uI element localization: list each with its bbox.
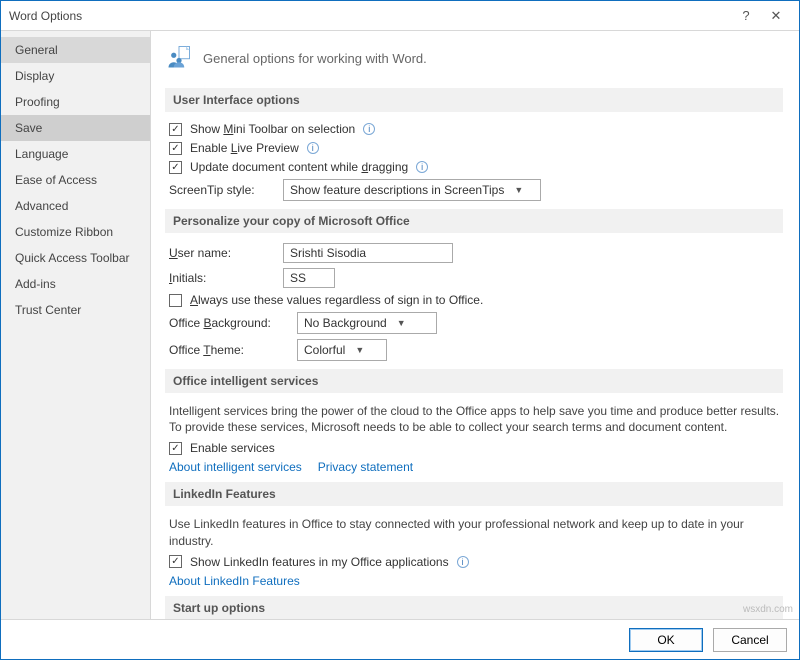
section-personalize: Personalize your copy of Microsoft Offic… bbox=[165, 209, 783, 233]
label-show-linkedin: Show LinkedIn features in my Office appl… bbox=[190, 555, 449, 569]
label-office-background: Office Background: bbox=[169, 316, 289, 330]
page-header: General options for working with Word. bbox=[165, 43, 783, 74]
checkbox-enable-live-preview[interactable]: ✓ bbox=[169, 142, 182, 155]
sidebar-item-customize-ribbon[interactable]: Customize Ribbon bbox=[1, 219, 150, 245]
input-username[interactable] bbox=[283, 243, 453, 263]
ok-button[interactable]: OK bbox=[629, 628, 703, 652]
section-startup: Start up options bbox=[165, 596, 783, 619]
select-office-theme[interactable]: Colorful▼ bbox=[297, 339, 387, 361]
link-about-intelligent-services[interactable]: About intelligent services bbox=[169, 460, 302, 474]
label-initials: Initials: bbox=[169, 271, 275, 285]
sidebar-item-general[interactable]: General bbox=[1, 37, 150, 63]
info-icon[interactable]: i bbox=[363, 123, 375, 135]
sidebar-item-ease-of-access[interactable]: Ease of Access bbox=[1, 167, 150, 193]
label-show-mini-toolbar: Show Mini Toolbar on selection bbox=[190, 122, 355, 136]
select-screentip-style[interactable]: Show feature descriptions in ScreenTips▼ bbox=[283, 179, 541, 201]
watermark-text: wsxdn.com bbox=[743, 604, 793, 615]
checkbox-show-mini-toolbar[interactable]: ✓ bbox=[169, 123, 182, 136]
content-panel: General options for working with Word. U… bbox=[151, 31, 799, 619]
general-options-icon bbox=[165, 43, 193, 74]
info-icon[interactable]: i bbox=[307, 142, 319, 154]
sidebar-item-save[interactable]: Save bbox=[1, 115, 150, 141]
chevron-down-icon: ▼ bbox=[355, 345, 364, 355]
label-update-dragging: Update document content while dragging bbox=[190, 160, 408, 174]
section-ui-options: User Interface options bbox=[165, 88, 783, 112]
sidebar-item-proofing[interactable]: Proofing bbox=[1, 89, 150, 115]
sidebar-item-language[interactable]: Language bbox=[1, 141, 150, 167]
select-office-background[interactable]: No Background▼ bbox=[297, 312, 437, 334]
info-icon[interactable]: i bbox=[457, 556, 469, 568]
sidebar-item-quick-access-toolbar[interactable]: Quick Access Toolbar bbox=[1, 245, 150, 271]
dialog-footer: OK Cancel bbox=[1, 619, 799, 659]
section-linkedin: LinkedIn Features bbox=[165, 482, 783, 506]
close-button[interactable]: ✕ bbox=[761, 8, 791, 24]
label-office-theme: Office Theme: bbox=[169, 343, 289, 357]
sidebar-item-add-ins[interactable]: Add-ins bbox=[1, 271, 150, 297]
section-intelligent-services: Office intelligent services bbox=[165, 369, 783, 393]
label-enable-services: Enable services bbox=[190, 441, 275, 455]
page-header-text: General options for working with Word. bbox=[203, 51, 427, 66]
chevron-down-icon: ▼ bbox=[397, 318, 406, 328]
sidebar-item-trust-center[interactable]: Trust Center bbox=[1, 297, 150, 323]
label-screentip-style: ScreenTip style: bbox=[169, 183, 275, 197]
intelligent-services-desc: Intelligent services bring the power of … bbox=[169, 403, 783, 435]
link-privacy-statement[interactable]: Privacy statement bbox=[318, 460, 413, 474]
sidebar-item-advanced[interactable]: Advanced bbox=[1, 193, 150, 219]
input-initials[interactable] bbox=[283, 268, 335, 288]
window-title: Word Options bbox=[9, 9, 731, 23]
checkbox-show-linkedin[interactable]: ✓ bbox=[169, 555, 182, 568]
checkbox-update-dragging[interactable]: ✓ bbox=[169, 161, 182, 174]
sidebar-item-display[interactable]: Display bbox=[1, 63, 150, 89]
label-enable-live-preview: Enable Live Preview bbox=[190, 141, 299, 155]
link-about-linkedin[interactable]: About LinkedIn Features bbox=[169, 574, 300, 588]
info-icon[interactable]: i bbox=[416, 161, 428, 173]
chevron-down-icon: ▼ bbox=[514, 185, 523, 195]
checkbox-enable-services[interactable]: ✓ bbox=[169, 442, 182, 455]
help-button[interactable]: ? bbox=[731, 8, 761, 23]
dialog-body: General Display Proofing Save Language E… bbox=[1, 31, 799, 619]
category-sidebar: General Display Proofing Save Language E… bbox=[1, 31, 151, 619]
checkbox-always-use-values[interactable] bbox=[169, 294, 182, 307]
word-options-window: Word Options ? ✕ General Display Proofin… bbox=[0, 0, 800, 660]
linkedin-desc: Use LinkedIn features in Office to stay … bbox=[169, 516, 783, 548]
cancel-button[interactable]: Cancel bbox=[713, 628, 787, 652]
titlebar: Word Options ? ✕ bbox=[1, 1, 799, 31]
label-username: User name: bbox=[169, 246, 275, 260]
label-always-use-values: Always use these values regardless of si… bbox=[190, 293, 483, 307]
